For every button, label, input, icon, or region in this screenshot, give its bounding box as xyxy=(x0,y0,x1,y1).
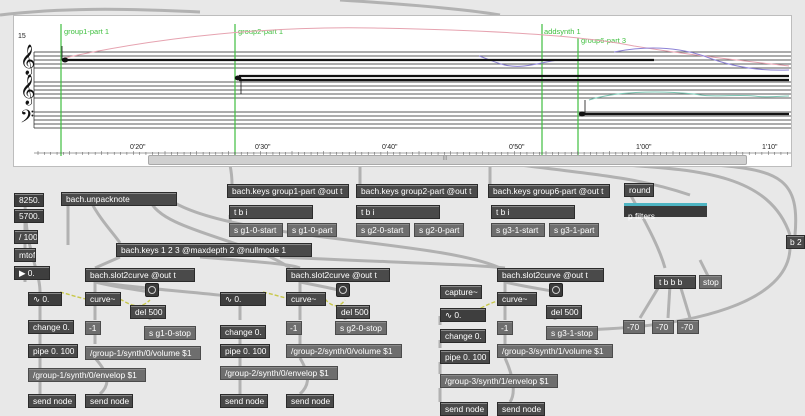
unpacknote-object[interactable]: bach.unpacknote xyxy=(61,192,177,206)
curve-object[interactable]: curve~ xyxy=(497,292,537,306)
stop-message[interactable]: stop xyxy=(699,275,722,289)
marker-label: group1-part 1 xyxy=(64,27,109,36)
time-label: 0'40" xyxy=(382,144,398,151)
bang-icon xyxy=(552,286,560,294)
send-node-object[interactable]: send node xyxy=(220,394,268,408)
divide-object[interactable]: / 100. xyxy=(14,230,38,244)
capture-object[interactable]: capture~ xyxy=(440,285,482,299)
send-node-object[interactable]: send node xyxy=(286,394,334,408)
trigger-object[interactable]: t b b b xyxy=(654,275,696,289)
trigger-object[interactable]: t b i xyxy=(356,205,440,219)
marker-label: addsynth 1 xyxy=(544,27,581,36)
time-label: 0'50" xyxy=(509,144,525,151)
volume-message[interactable]: /group-1/synth/0/volume $1 xyxy=(85,346,201,360)
patcher-canvas[interactable]: 15 𝄞 𝄞 𝄢 group1-part 1 group2-part 1 add… xyxy=(0,0,805,416)
bang-button[interactable] xyxy=(145,283,159,297)
send-start-object[interactable]: s g1-0-start xyxy=(229,223,283,237)
slot2curve-object[interactable]: bach.slot2curve @out t xyxy=(85,268,195,282)
send-stop-object[interactable]: s g1-0-stop xyxy=(144,326,196,340)
score-roll[interactable]: 15 𝄞 𝄞 𝄢 group1-part 1 group2-part 1 add… xyxy=(13,15,792,167)
bang-button[interactable] xyxy=(549,283,563,297)
bach-keys-object[interactable]: bach.keys 1 2 3 @maxdepth 2 @nullmode 1 xyxy=(116,243,312,257)
envelop-message[interactable]: /group-3/synth/1/envelop $1 xyxy=(440,374,558,388)
pipe-object[interactable]: pipe 0. 100 xyxy=(220,344,270,358)
delay-object[interactable]: del 500 xyxy=(336,305,370,319)
curve-object[interactable]: curve~ xyxy=(286,292,326,306)
bang-button[interactable] xyxy=(336,283,350,297)
curve-object[interactable]: curve~ xyxy=(85,292,121,306)
change-object[interactable]: change 0. xyxy=(28,320,74,334)
send-node-object[interactable]: send node xyxy=(440,402,488,416)
treble-clef-icon: 𝄞 xyxy=(20,74,35,106)
time-label: 1'00" xyxy=(636,144,652,151)
notehead xyxy=(61,57,69,63)
send-start-object[interactable]: s g3-1-start xyxy=(491,223,545,237)
number-box[interactable]: 5700. xyxy=(14,209,44,223)
minus-seventy-message[interactable]: -70 xyxy=(652,320,674,334)
change-object[interactable]: change 0. xyxy=(440,329,486,343)
bass-clef-icon: 𝄢 xyxy=(20,106,34,131)
bach-keys-object[interactable]: bach.keys group1-part @out t xyxy=(227,184,349,198)
notehead xyxy=(578,111,586,117)
scrollbar-grip[interactable]: III xyxy=(439,156,451,162)
minus-seventy-message[interactable]: -70 xyxy=(623,320,645,334)
send-node-object[interactable]: send node xyxy=(85,394,133,408)
bach-keys-object[interactable]: bach.keys group2-part @out t xyxy=(356,184,478,198)
pipe-object[interactable]: pipe 0. 100 xyxy=(440,350,490,364)
slot-curve xyxy=(588,91,790,101)
send-node-object[interactable]: send node xyxy=(28,394,76,408)
delay-object[interactable]: del 500 xyxy=(546,305,582,319)
signal-number-box[interactable]: ∿ 0. xyxy=(28,292,62,306)
trigger-object[interactable]: t b i xyxy=(491,205,575,219)
delay-object[interactable]: del 500 xyxy=(130,305,166,319)
number-box[interactable]: 8250. xyxy=(14,193,44,207)
send-b2-object[interactable]: b 2 xyxy=(786,235,805,249)
round-object[interactable]: round xyxy=(624,183,654,197)
slot2curve-object[interactable]: bach.slot2curve @out t xyxy=(497,268,604,282)
treble-clef-icon: 𝄞 xyxy=(20,44,35,76)
score-staves: 15 𝄞 𝄞 𝄢 group1-part 1 group2-part 1 add… xyxy=(18,24,791,156)
minus-one-message[interactable]: -1 xyxy=(286,321,302,335)
slot-curve xyxy=(478,55,575,67)
subpatch-label: p filters xyxy=(628,211,655,221)
slot2curve-object[interactable]: bach.slot2curve @out t xyxy=(286,268,390,282)
send-stop-object[interactable]: s g3-1-stop xyxy=(546,326,598,340)
bang-icon xyxy=(148,286,156,294)
number-box[interactable]: ▶ 0. xyxy=(14,266,50,280)
send-stop-object[interactable]: s g2-0-stop xyxy=(335,321,387,335)
mtof-object[interactable]: mtof xyxy=(14,248,36,262)
time-label: 1'10" xyxy=(762,144,778,151)
volume-message[interactable]: /group-2/synth/0/volume $1 xyxy=(286,344,402,358)
envelop-message[interactable]: /group-2/synth/0/envelop $1 xyxy=(220,366,338,380)
change-object[interactable]: change 0. xyxy=(220,325,266,339)
bach-keys-object[interactable]: bach.keys group6-part @out t xyxy=(488,184,610,198)
send-start-object[interactable]: s g2-0-start xyxy=(356,223,410,237)
send-part-object[interactable]: s g1-0-part xyxy=(287,223,337,237)
signal-number-box[interactable]: ∿ 0. xyxy=(440,308,486,322)
minus-seventy-message[interactable]: -70 xyxy=(677,320,699,334)
volume-message[interactable]: /group-3/synth/1/volume $1 xyxy=(497,344,613,358)
minus-one-message[interactable]: -1 xyxy=(497,321,513,335)
time-label: 0'20" xyxy=(130,144,146,151)
subpatch-filters[interactable]: p filters xyxy=(624,203,707,221)
notehead xyxy=(234,75,242,81)
trigger-object[interactable]: t b i xyxy=(229,205,313,219)
envelop-message[interactable]: /group-1/synth/0/envelop $1 xyxy=(28,368,146,382)
clef-ottava-label: 15 xyxy=(18,33,26,40)
signal-number-box[interactable]: ∿ 0. xyxy=(220,292,266,306)
bang-icon xyxy=(339,286,347,294)
minus-one-message[interactable]: -1 xyxy=(85,321,101,335)
score-scrollbar[interactable]: III xyxy=(148,155,747,165)
pipe-object[interactable]: pipe 0. 100 xyxy=(28,344,78,358)
send-node-object[interactable]: send node xyxy=(497,402,545,416)
send-part-object[interactable]: s g3-1-part xyxy=(549,223,599,237)
send-part-object[interactable]: s g2-0-part xyxy=(414,223,464,237)
time-label: 0'30" xyxy=(255,144,271,151)
